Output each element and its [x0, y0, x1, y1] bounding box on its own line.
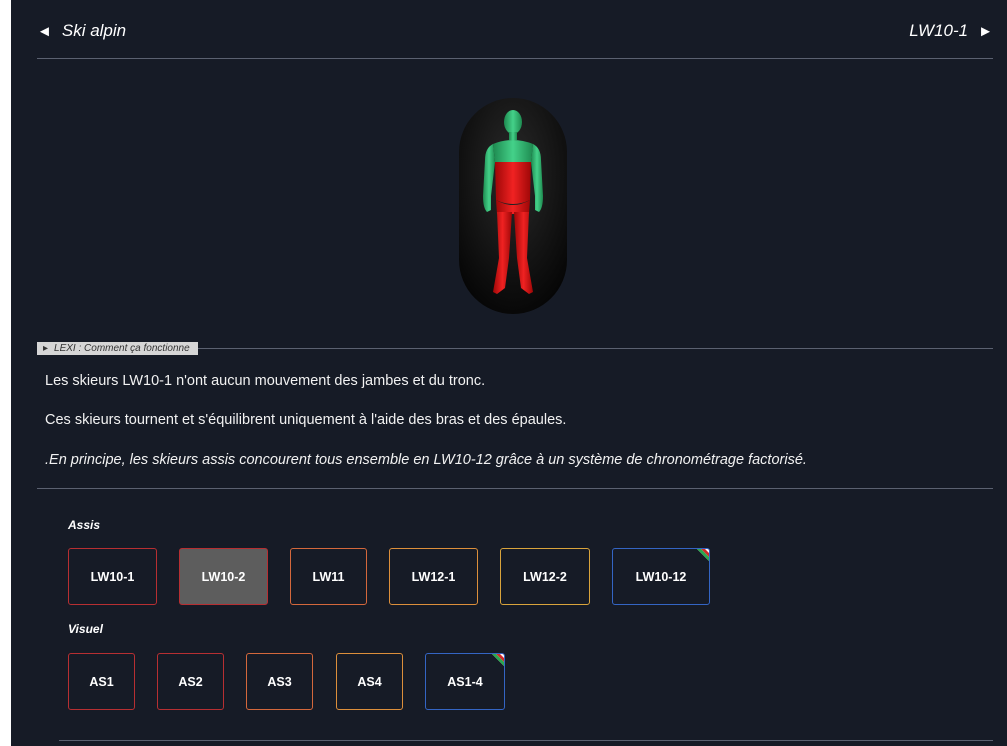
current-class-label: LW10-1 — [909, 21, 969, 40]
class-button-label: LW10-1 — [90, 569, 135, 584]
italy-flag-icon — [697, 549, 709, 561]
body-impairment-figure — [459, 98, 567, 314]
class-button-as3[interactable]: AS3 — [246, 653, 313, 710]
class-button-as4[interactable]: AS4 — [336, 653, 403, 710]
class-button-label: LW12-1 — [411, 569, 456, 584]
lexi-how-it-works-toggle[interactable]: ▸ LEXI : Comment ça fonctionne — [37, 342, 198, 355]
caret-right-icon: ▸ — [43, 343, 49, 354]
group-label-visuel: Visuel — [68, 622, 103, 636]
class-button-lw12-2[interactable]: LW12-2 — [500, 548, 590, 605]
class-button-lw11[interactable]: LW11 — [290, 548, 367, 605]
top-navigation-bar: ◄ Ski alpin LW10-1 ► — [37, 0, 993, 59]
triangle-left-icon: ◄ — [37, 22, 52, 40]
class-button-label: AS4 — [357, 674, 382, 689]
figure-head — [504, 110, 522, 134]
class-button-label: LW11 — [312, 569, 345, 584]
class-button-as1[interactable]: AS1 — [68, 653, 135, 710]
class-button-label: AS2 — [178, 674, 203, 689]
prev-sport-label: Ski alpin — [61, 21, 127, 40]
lexi-label: LEXI : Comment ça fonctionne — [54, 343, 190, 354]
description-line-2: Ces skieurs tournent et s'équilibrent un… — [45, 412, 567, 428]
class-button-label: AS3 — [267, 674, 292, 689]
description-line-3: .En principe, les skieurs assis concoure… — [45, 452, 807, 468]
description-line-1: Les skieurs LW10-1 n'ont aucun mouvement… — [45, 373, 486, 389]
bottom-divider — [59, 740, 993, 741]
figure-neck — [509, 132, 517, 140]
class-button-lw10-1[interactable]: LW10-1 — [68, 548, 157, 605]
class-button-label: AS1 — [89, 674, 114, 689]
class-button-as1-4[interactable]: AS1-4 — [425, 653, 505, 710]
class-button-as2[interactable]: AS2 — [157, 653, 224, 710]
figure-upper-torso — [493, 140, 533, 162]
section-divider — [37, 488, 993, 489]
class-button-label: LW12-2 — [523, 569, 567, 584]
figure-lower-torso — [495, 162, 531, 204]
classification-panel: ◄ Ski alpin LW10-1 ► ▸ LEXI: Comment ça… — [11, 0, 1007, 746]
class-button-lw10-12[interactable]: LW10-12 — [612, 548, 710, 605]
class-button-lw12-1[interactable]: LW12-1 — [389, 548, 478, 605]
group-label-assis: Assis — [68, 518, 101, 532]
class-button-label: AS1-4 — [447, 674, 483, 689]
lexi-section-header: ▸ LEXI : Comment ça fonctionne — [37, 342, 993, 356]
class-button-label: LW10-12 — [635, 569, 687, 584]
italy-flag-icon — [492, 654, 504, 666]
current-class-link[interactable]: LW10-1 ► — [909, 21, 993, 41]
class-button-lw10-2[interactable]: LW10-2 — [179, 548, 268, 605]
class-button-label: LW10-2 — [201, 569, 246, 584]
triangle-right-icon: ► — [978, 22, 993, 40]
prev-sport-link[interactable]: ◄ Ski alpin — [37, 21, 126, 41]
